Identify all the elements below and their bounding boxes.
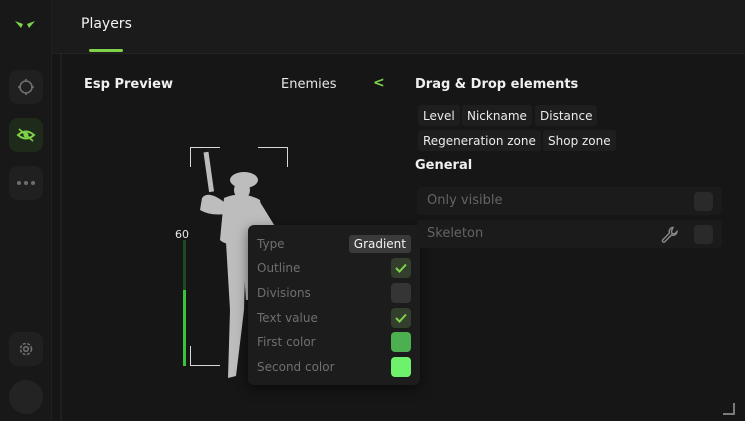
popup-row-outline: Outline <box>257 258 411 278</box>
crosshair-icon <box>18 79 34 95</box>
eye-icon <box>16 128 36 142</box>
sidebar-item-visuals[interactable] <box>9 118 43 152</box>
health-value: 60 <box>175 228 189 241</box>
sidebar-item-settings[interactable] <box>9 332 43 366</box>
type-select[interactable]: Gradient <box>348 235 411 253</box>
popup-label-type: Type <box>257 237 285 251</box>
checkmark-icon <box>395 313 407 323</box>
resize-handle[interactable] <box>723 403 735 415</box>
health-bar-fill <box>183 290 186 366</box>
logo-eyes-icon <box>15 21 35 28</box>
popup-label-first-color: First color <box>257 335 316 349</box>
sidebar <box>0 0 52 421</box>
popup-row-second-color: Second color <box>257 357 411 377</box>
wrench-icon[interactable] <box>661 226 678 243</box>
esp-preview-title: Esp Preview <box>84 77 173 92</box>
top-header: Players <box>52 0 745 54</box>
skeleton-checkbox[interactable] <box>694 225 713 244</box>
checkmark-icon <box>395 263 407 273</box>
sidebar-item-more[interactable] <box>9 166 43 200</box>
chip-nickname[interactable]: Nickname <box>462 105 532 126</box>
popup-row-first-color: First color <box>257 332 411 352</box>
popup-label-second-color: Second color <box>257 360 335 374</box>
general-row-only-visible: Only visible <box>417 187 722 215</box>
second-color-swatch[interactable] <box>391 357 411 377</box>
first-color-swatch[interactable] <box>391 332 411 352</box>
content-divider <box>60 54 62 421</box>
app-logo <box>9 10 41 40</box>
popup-row-divisions: Divisions <box>257 283 411 303</box>
divisions-checkbox[interactable] <box>391 283 411 303</box>
popup-row-type: Type Gradient <box>257 234 411 254</box>
only-visible-label: Only visible <box>427 193 503 208</box>
popup-label-divisions: Divisions <box>257 286 311 300</box>
more-dots-icon <box>17 181 35 185</box>
only-visible-checkbox[interactable] <box>694 192 713 211</box>
tab-active-indicator <box>89 49 123 52</box>
popup-row-text-value: Text value <box>257 308 411 328</box>
chip-distance[interactable]: Distance <box>535 105 598 126</box>
gear-icon <box>19 342 33 356</box>
tab-players[interactable]: Players <box>81 16 132 32</box>
dnd-title: Drag & Drop elements <box>415 77 579 92</box>
chip-regeneration-zone[interactable]: Regeneration zone <box>418 130 541 151</box>
sidebar-item-aim[interactable] <box>9 70 43 104</box>
popup-label-text-value: Text value <box>257 311 318 325</box>
text-value-checkbox[interactable] <box>391 308 411 328</box>
general-title: General <box>415 158 473 173</box>
chip-shop-zone[interactable]: Shop zone <box>543 130 616 151</box>
general-row-skeleton: Skeleton <box>417 220 722 248</box>
element-style-popup: Type Gradient Outline Divisions Text val… <box>248 225 420 385</box>
outline-checkbox[interactable] <box>391 258 411 278</box>
chip-level[interactable]: Level <box>418 105 460 126</box>
avatar[interactable] <box>9 380 43 414</box>
target-select-label[interactable]: Enemies <box>281 77 337 92</box>
popup-label-outline: Outline <box>257 261 301 275</box>
target-toggle-chevron[interactable]: < <box>373 75 385 91</box>
skeleton-label: Skeleton <box>427 226 484 241</box>
